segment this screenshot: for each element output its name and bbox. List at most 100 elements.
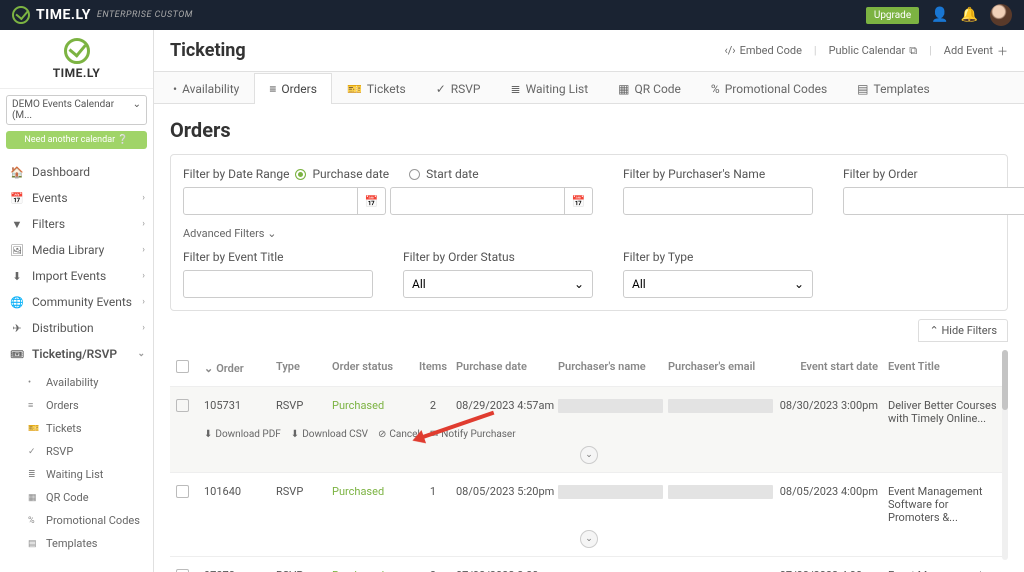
filter-purchaser: Filter by Purchaser's Name	[623, 167, 813, 215]
date-from-input[interactable]	[183, 187, 358, 215]
radio-purchase-date[interactable]	[295, 169, 306, 180]
redacted-email	[668, 485, 773, 499]
subnav-availability[interactable]: •Availability	[0, 371, 153, 394]
cancel-icon: ⊘	[378, 429, 386, 440]
list-icon: ≣	[28, 470, 40, 480]
sidebar: TIME.LY DEMO Events Calendar (M... ⌄ Nee…	[0, 30, 154, 572]
nav-ticketing[interactable]: 🎟Ticketing/RSVP⌄	[0, 341, 153, 367]
col-items[interactable]: Items	[410, 360, 456, 376]
col-name[interactable]: Purchaser's name	[558, 360, 668, 376]
public-calendar-link[interactable]: Public Calendar ⧉	[829, 44, 918, 58]
purchaser-name-input[interactable]	[623, 187, 813, 215]
select-all-checkbox[interactable]	[176, 360, 189, 373]
qr-icon: ▦	[28, 493, 40, 503]
tab-orders[interactable]: ≡Orders	[254, 73, 332, 104]
dot-icon: •	[28, 378, 40, 388]
radio-start-date[interactable]	[409, 169, 420, 180]
ticket-icon: 🎫	[347, 82, 362, 96]
divider: |	[814, 44, 817, 57]
nav-community[interactable]: 🌐Community Events›	[0, 289, 153, 315]
chevron-down-icon: ⌄	[133, 99, 141, 121]
need-calendar-button[interactable]: Need another calendar ❔	[6, 131, 147, 149]
tab-qr[interactable]: ▦QR Code	[603, 73, 696, 104]
nav-events[interactable]: 📅Events›	[0, 185, 153, 211]
template-icon: ▤	[857, 82, 868, 96]
user-icon[interactable]: 👤	[931, 7, 948, 23]
subnav-qr[interactable]: ▦QR Code	[0, 486, 153, 509]
col-order[interactable]: ⌄Order	[204, 360, 276, 376]
chevron-right-icon: ›	[142, 323, 145, 333]
ticket-icon: 🎫	[28, 424, 40, 434]
status-select[interactable]: All⌄	[403, 270, 593, 298]
calendar-select[interactable]: DEMO Events Calendar (M... ⌄	[6, 95, 147, 125]
tab-waiting[interactable]: ≣Waiting List	[496, 73, 604, 104]
hide-filters-button[interactable]: ⌃ Hide Filters	[918, 319, 1008, 342]
download-icon: ⬇	[291, 429, 299, 440]
scroll-thumb[interactable]	[1002, 350, 1008, 410]
tab-templates[interactable]: ▤Templates	[842, 73, 944, 104]
table-header: ⌄Order Type Order status Items Purchase …	[170, 350, 1008, 387]
date-from-calendar-button[interactable]: 📅	[358, 187, 386, 215]
nav-import[interactable]: ⬇Import Events›	[0, 263, 153, 289]
order-input[interactable]	[843, 187, 1024, 215]
subnav-orders[interactable]: ≡Orders	[0, 394, 153, 417]
brand-sub: ENTERPRISE CUSTOM	[97, 10, 193, 20]
embed-code-link[interactable]: ‹/›Embed Code	[724, 44, 801, 57]
scrollbar[interactable]	[1002, 350, 1008, 560]
row-actions: ⬇Download PDF ⬇Download CSV ⊘Cancel ✉Not…	[176, 429, 1002, 440]
bell-icon[interactable]: 🔔	[961, 7, 978, 23]
col-date[interactable]: Purchase date	[456, 360, 558, 376]
event-title-input[interactable]	[183, 270, 373, 298]
subnav-rsvp[interactable]: ✓RSVP	[0, 440, 153, 463]
expand-button[interactable]: ⌄	[580, 530, 598, 548]
chevron-right-icon: ›	[142, 297, 145, 307]
redacted-email	[668, 399, 773, 413]
col-type[interactable]: Type	[276, 360, 332, 376]
download-csv-button[interactable]: ⬇Download CSV	[291, 429, 368, 440]
sort-down-icon: ⌄	[204, 362, 213, 375]
subnav-promo[interactable]: %Promotional Codes	[0, 509, 153, 532]
advanced-filters-toggle[interactable]: Advanced Filters ⌄	[183, 227, 995, 240]
type-select[interactable]: All⌄	[623, 270, 813, 298]
row-checkbox[interactable]	[176, 485, 189, 498]
order-id[interactable]: 105731	[204, 399, 276, 412]
table-row: 105731 RSVP Purchased 2 08/29/2023 4:57a…	[170, 387, 1008, 473]
nav-media[interactable]: 🖼Media Library›	[0, 237, 153, 263]
filter-type: Filter by Type All⌄	[623, 250, 813, 298]
tab-rsvp[interactable]: ✓RSVP	[421, 73, 496, 104]
tab-promo[interactable]: %Promotional Codes	[696, 73, 842, 104]
dot-icon: •	[173, 82, 177, 96]
subnav-waiting[interactable]: ≣Waiting List	[0, 463, 153, 486]
col-title[interactable]: Event Title	[888, 360, 1002, 376]
nav-filters[interactable]: ▼Filters›	[0, 211, 153, 237]
nav-distribution[interactable]: ✈Distribution›	[0, 315, 153, 341]
tab-tickets[interactable]: 🎫Tickets	[332, 73, 421, 104]
col-email[interactable]: Purchaser's email	[668, 360, 778, 376]
upgrade-button[interactable]: Upgrade	[866, 7, 919, 24]
plane-icon: ✈	[10, 322, 24, 335]
order-id[interactable]: 101640	[204, 485, 276, 498]
filter-icon: ▼	[10, 218, 24, 231]
date-to-calendar-button[interactable]: 📅	[565, 187, 593, 215]
add-event-button[interactable]: Add Event ＋	[944, 43, 1008, 59]
redacted-name	[558, 399, 663, 413]
topbar-actions: Upgrade 👤 🔔	[866, 4, 1012, 26]
row-checkbox[interactable]	[176, 399, 189, 412]
col-status[interactable]: Order status	[332, 360, 410, 376]
list-icon: ≡	[28, 400, 40, 411]
date-to-input[interactable]	[390, 187, 565, 215]
filters-card: Filter by Date Range Purchase date Start…	[170, 154, 1008, 311]
tab-availability[interactable]: •Availability	[158, 73, 254, 104]
col-start[interactable]: Event start date	[778, 360, 888, 376]
expand-button[interactable]: ⌄	[580, 446, 598, 464]
avatar[interactable]	[990, 4, 1012, 26]
chevron-right-icon: ›	[142, 245, 145, 255]
external-icon: ⧉	[909, 44, 917, 58]
status-badge: Purchased	[332, 485, 410, 498]
download-pdf-button[interactable]: ⬇Download PDF	[204, 429, 281, 440]
main: Ticketing ‹/›Embed Code | Public Calenda…	[154, 30, 1024, 572]
calendar-icon: 📅	[10, 192, 24, 205]
nav-dashboard[interactable]: 🏠Dashboard	[0, 159, 153, 185]
subnav-templates[interactable]: ▤Templates	[0, 532, 153, 555]
subnav-tickets[interactable]: 🎫Tickets	[0, 417, 153, 440]
